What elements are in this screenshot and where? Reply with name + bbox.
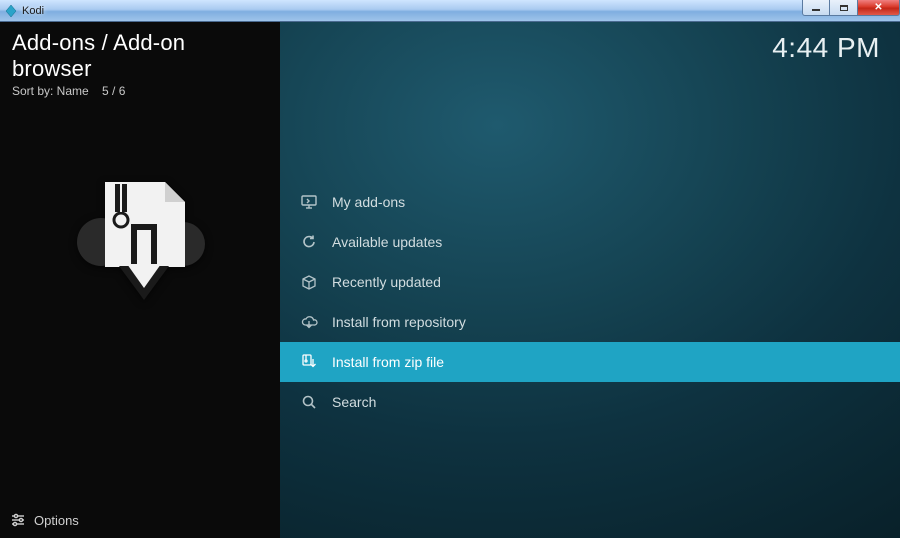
options-button[interactable]: Options xyxy=(10,512,79,528)
cloud-down-icon xyxy=(300,313,318,331)
left-pane: Add-ons / Add-on browser Sort by: Name 5… xyxy=(0,22,280,538)
window-close-button[interactable]: ✕ xyxy=(858,0,900,16)
menu-item-my-add-ons[interactable]: My add-ons xyxy=(280,182,900,222)
header: Add-ons / Add-on browser Sort by: Name 5… xyxy=(12,30,268,98)
menu-item-label: Recently updated xyxy=(332,274,441,290)
zip-down-icon xyxy=(300,353,318,371)
menu-item-install-from-zip-file[interactable]: Install from zip file xyxy=(280,342,900,382)
menu-item-label: Install from zip file xyxy=(332,354,444,370)
search-icon xyxy=(300,393,318,411)
app-title: Kodi xyxy=(22,5,44,17)
right-pane: 4:44 PM My add-ons Available updates Recen… xyxy=(280,22,900,538)
category-illustration xyxy=(0,162,280,312)
menu-item-available-updates[interactable]: Available updates xyxy=(280,222,900,262)
window-minimize-button[interactable] xyxy=(802,0,830,16)
monitor-icon xyxy=(300,193,318,211)
options-label: Options xyxy=(34,513,79,528)
app-body: Add-ons / Add-on browser Sort by: Name 5… xyxy=(0,22,900,538)
refresh-icon xyxy=(300,233,318,251)
menu-item-label: My add-ons xyxy=(332,194,405,210)
position-indicator: 5 / 6 xyxy=(102,84,125,98)
menu-item-recently-updated[interactable]: Recently updated xyxy=(280,262,900,302)
sliders-icon xyxy=(10,512,26,528)
app-icon xyxy=(4,4,18,18)
page-title: Add-ons / Add-on browser xyxy=(12,30,268,82)
window-controls: ✕ xyxy=(802,0,900,21)
menu-item-label: Install from repository xyxy=(332,314,466,330)
sort-label: Sort by: Name xyxy=(12,84,89,98)
menu-item-search[interactable]: Search xyxy=(280,382,900,422)
window-maximize-button[interactable] xyxy=(830,0,858,16)
menu-item-label: Available updates xyxy=(332,234,442,250)
box-open-icon xyxy=(300,273,318,291)
page-subtitle: Sort by: Name 5 / 6 xyxy=(12,84,268,98)
clock: 4:44 PM xyxy=(772,32,880,64)
menu-list: My add-ons Available updates Recently upda… xyxy=(280,182,900,422)
menu-item-label: Search xyxy=(332,394,376,410)
menu-item-install-from-repository[interactable]: Install from repository xyxy=(280,302,900,342)
window-titlebar: Kodi ✕ xyxy=(0,0,900,22)
